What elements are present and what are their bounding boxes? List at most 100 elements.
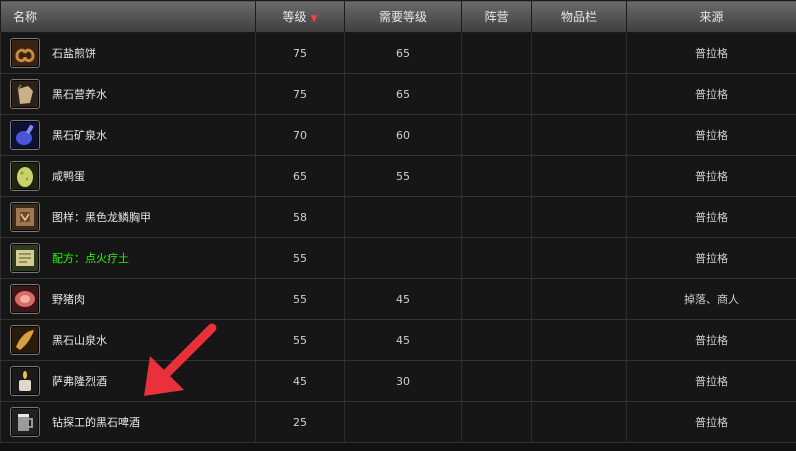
cell-name: 黑石营养水 (0, 73, 256, 115)
cell-faction (461, 401, 532, 443)
cell-level: 75 (255, 32, 345, 74)
cell-source: 普拉格 (626, 196, 796, 238)
cell-level: 45 (255, 360, 345, 402)
item-name-link[interactable]: 黑石山泉水 (52, 332, 107, 348)
cell-faction (461, 360, 532, 402)
cell-name: 咸鸭蛋 (0, 155, 256, 197)
cell-source: 普拉格 (626, 155, 796, 197)
cell-slot (531, 155, 627, 197)
table-row[interactable]: 配方：点火疗土 55 普拉格 (0, 237, 796, 279)
cell-required-level: 55 (344, 155, 462, 197)
blue-flask-icon[interactable] (10, 120, 40, 150)
table-row[interactable]: 黑石矿泉水 70 60 普拉格 (0, 114, 796, 156)
header-name[interactable]: 名称 (0, 0, 256, 33)
cell-required-level: 45 (344, 319, 462, 361)
cell-slot (531, 196, 627, 238)
cell-required-level: 60 (344, 114, 462, 156)
beer-mug-icon[interactable] (10, 407, 40, 437)
table-row[interactable]: 野猪肉 55 45 掉落、商人 (0, 278, 796, 320)
item-name-link[interactable]: 野猪肉 (52, 291, 85, 307)
candle-icon[interactable] (10, 366, 40, 396)
cell-source: 普拉格 (626, 319, 796, 361)
table-row[interactable]: 图样：黑色龙鳞胸甲 58 普拉格 (0, 196, 796, 238)
cell-level: 58 (255, 196, 345, 238)
item-list-panel: 名称 等级 ▼ 需要等级 阵营 物品栏 来源 石盐煎饼 75 65 普拉格 黑石营养水 75… (0, 0, 796, 451)
cell-source: 普拉格 (626, 360, 796, 402)
item-name-link[interactable]: 钻探工的黑石啤酒 (52, 414, 140, 430)
cell-slot (531, 73, 627, 115)
cell-name: 黑石矿泉水 (0, 114, 256, 156)
cell-name: 钻探工的黑石啤酒 (0, 401, 256, 443)
recipe-scroll-icon[interactable] (10, 243, 40, 273)
cell-required-level: 65 (344, 73, 462, 115)
sort-desc-icon: ▼ (310, 14, 318, 24)
table-header-row: 名称 等级 ▼ 需要等级 阵营 物品栏 来源 (0, 0, 796, 33)
cell-level: 55 (255, 319, 345, 361)
cell-name: 黑石山泉水 (0, 319, 256, 361)
cell-slot (531, 32, 627, 74)
waterskin-icon[interactable] (10, 79, 40, 109)
cell-name: 萨弗隆烈酒 (0, 360, 256, 402)
cell-slot (531, 114, 627, 156)
cell-source: 普拉格 (626, 114, 796, 156)
header-faction[interactable]: 阵营 (461, 0, 532, 33)
cell-faction (461, 196, 532, 238)
cell-faction (461, 73, 532, 115)
cell-level: 75 (255, 73, 345, 115)
cell-faction (461, 32, 532, 74)
cell-required-level: 65 (344, 32, 462, 74)
cell-slot (531, 237, 627, 279)
cell-name: 配方：点火疗土 (0, 237, 256, 279)
cell-required-level: 30 (344, 360, 462, 402)
cell-name: 图样：黑色龙鳞胸甲 (0, 196, 256, 238)
cell-level: 55 (255, 278, 345, 320)
cell-source: 普拉格 (626, 237, 796, 279)
header-source[interactable]: 来源 (626, 0, 796, 33)
cell-faction (461, 237, 532, 279)
cell-level: 55 (255, 237, 345, 279)
item-name-link[interactable]: 黑石矿泉水 (52, 127, 107, 143)
cell-source: 普拉格 (626, 73, 796, 115)
meat-icon[interactable] (10, 284, 40, 314)
cell-level: 25 (255, 401, 345, 443)
cell-source: 普拉格 (626, 401, 796, 443)
item-name-link[interactable]: 黑石营养水 (52, 86, 107, 102)
header-required-level[interactable]: 需要等级 (344, 0, 462, 33)
item-table: 名称 等级 ▼ 需要等级 阵营 物品栏 来源 石盐煎饼 75 65 普拉格 黑石营养水 75… (0, 0, 796, 443)
cell-slot (531, 319, 627, 361)
cell-faction (461, 319, 532, 361)
item-name-link[interactable]: 图样：黑色龙鳞胸甲 (52, 209, 151, 225)
cell-level: 70 (255, 114, 345, 156)
armor-pattern-icon[interactable] (10, 202, 40, 232)
cell-source: 掉落、商人 (626, 278, 796, 320)
table-row[interactable]: 钻探工的黑石啤酒 25 普拉格 (0, 401, 796, 443)
cell-faction (461, 155, 532, 197)
header-level[interactable]: 等级 ▼ (255, 0, 345, 33)
table-row[interactable]: 石盐煎饼 75 65 普拉格 (0, 32, 796, 74)
table-row[interactable]: 咸鸭蛋 65 55 普拉格 (0, 155, 796, 197)
cell-required-level (344, 401, 462, 443)
item-name-link[interactable]: 石盐煎饼 (52, 45, 96, 61)
cell-required-level (344, 237, 462, 279)
cell-slot (531, 278, 627, 320)
cell-faction (461, 114, 532, 156)
cell-name: 野猪肉 (0, 278, 256, 320)
cell-required-level: 45 (344, 278, 462, 320)
cell-level: 65 (255, 155, 345, 197)
header-slot[interactable]: 物品栏 (531, 0, 627, 33)
item-name-link[interactable]: 配方：点火疗土 (52, 250, 129, 266)
table-row[interactable]: 黑石营养水 75 65 普拉格 (0, 73, 796, 115)
cell-slot (531, 360, 627, 402)
pretzel-icon[interactable] (10, 38, 40, 68)
cell-required-level (344, 196, 462, 238)
item-name-link[interactable]: 咸鸭蛋 (52, 168, 85, 184)
horn-flask-icon[interactable] (10, 325, 40, 355)
cell-slot (531, 401, 627, 443)
cell-faction (461, 278, 532, 320)
item-name-link[interactable]: 萨弗隆烈酒 (52, 373, 107, 389)
cell-source: 普拉格 (626, 32, 796, 74)
table-row[interactable]: 萨弗隆烈酒 45 30 普拉格 (0, 360, 796, 402)
table-row[interactable]: 黑石山泉水 55 45 普拉格 (0, 319, 796, 361)
cell-name: 石盐煎饼 (0, 32, 256, 74)
green-egg-icon[interactable] (10, 161, 40, 191)
